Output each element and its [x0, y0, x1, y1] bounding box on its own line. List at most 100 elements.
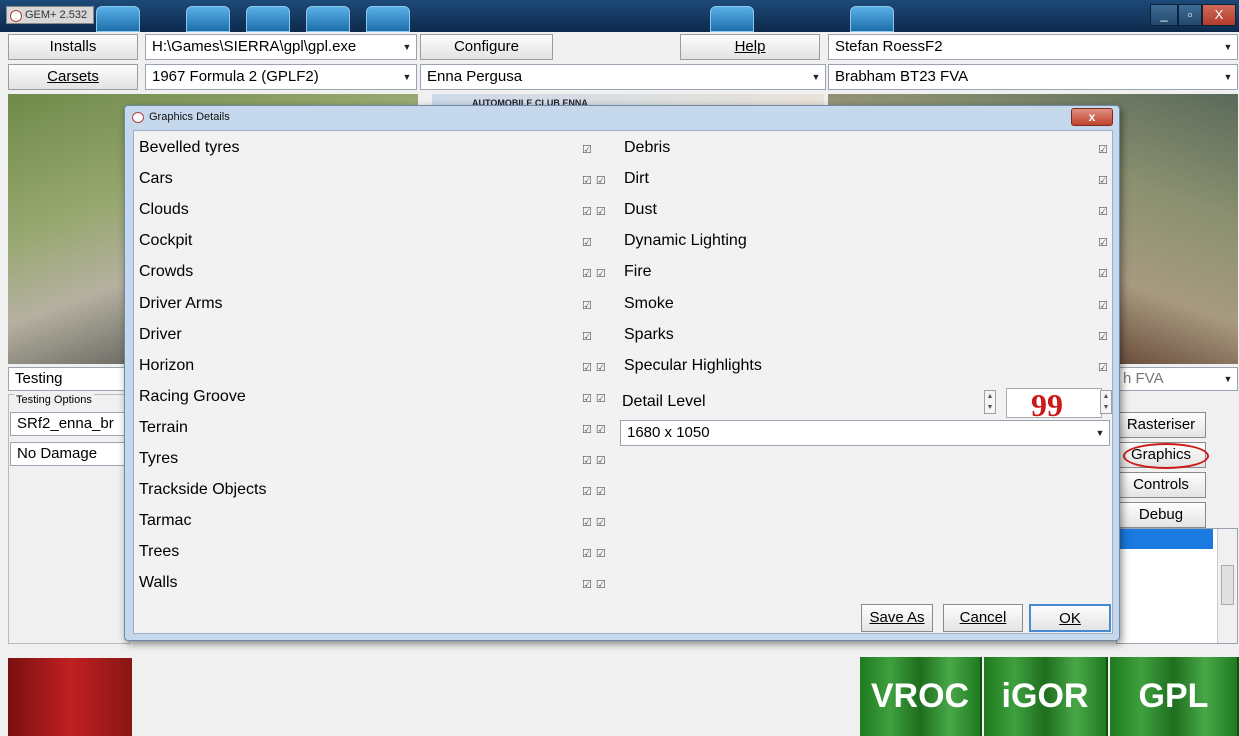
car-dropdown[interactable]: Brabham BT23 FVA ▼	[828, 64, 1238, 90]
detail-level-label: Detail Level	[622, 393, 706, 410]
cancel-button[interactable]: Cancel	[943, 604, 1023, 632]
option-checkbox[interactable]: ☑☑	[582, 485, 610, 498]
option-checkbox[interactable]: ☑☑	[582, 423, 610, 436]
option-checkbox[interactable]: ☑☑	[582, 516, 610, 529]
option-label: Specular Highlights	[624, 356, 762, 374]
list-item-selected[interactable]	[1117, 529, 1213, 549]
chevron-down-icon: ▼	[1223, 72, 1233, 82]
rasteriser-button[interactable]: Rasteriser	[1116, 412, 1206, 438]
controls-button[interactable]: Controls	[1116, 472, 1206, 498]
graphics-button[interactable]: Graphics	[1116, 442, 1209, 469]
graphics-details-dialog: Graphics Details x Bevelled tyres ☑ Cars ☑☑…	[124, 105, 1120, 641]
mode-dropdown[interactable]: Testing	[8, 367, 128, 391]
vroc-logo[interactable]: VROC	[860, 657, 982, 736]
chevron-down-icon: ▼	[402, 42, 412, 52]
detail-level-value: 99	[1031, 387, 1063, 423]
spin-arrows-icon[interactable]: ▲ ▼	[1100, 390, 1112, 414]
track-dropdown[interactable]: Enna Pergusa ▼	[420, 64, 826, 90]
option-checkbox[interactable]: ☑	[1098, 299, 1112, 312]
option-checkbox[interactable]: ☑	[582, 330, 596, 343]
option-checkbox[interactable]: ☑	[582, 143, 596, 156]
option-checkbox[interactable]: ☑☑	[582, 454, 610, 467]
configure-button[interactable]: Configure	[420, 34, 553, 60]
option-label: Fire	[624, 263, 652, 281]
taskbar-app-icon[interactable]	[366, 6, 410, 32]
session-list[interactable]	[1116, 528, 1238, 644]
car-short-dropdown[interactable]: h FVA ▼	[1116, 367, 1238, 391]
exe-path-dropdown[interactable]: H:\Games\SIERRA\gpl\gpl.exe ▼	[145, 34, 417, 60]
option-checkbox[interactable]: ☑☑	[582, 578, 610, 591]
ok-button[interactable]: OK	[1029, 604, 1111, 632]
option-checkbox[interactable]: ☑	[1098, 205, 1112, 218]
debug-button[interactable]: Debug	[1116, 502, 1206, 528]
taskbar-app-icon[interactable]	[710, 6, 754, 32]
detail-level-field[interactable]: 99	[1006, 387, 1102, 423]
option-label: Horizon	[139, 356, 195, 374]
close-button[interactable]: X	[1202, 4, 1236, 26]
taskbar-app-icon[interactable]	[246, 6, 290, 32]
track-value: Enna Pergusa	[427, 68, 523, 85]
carset-dropdown[interactable]: 1967 Formula 2 (GPLF2) ▼	[145, 64, 417, 90]
resolution-dropdown[interactable]: 1680 x 1050 ▼	[620, 420, 1110, 446]
option-checkbox[interactable]: ☑	[582, 236, 596, 249]
damage-dropdown[interactable]: No Damage	[10, 442, 128, 466]
car-short-value: h FVA	[1123, 370, 1164, 387]
option-checkbox[interactable]: ☑☑	[582, 174, 610, 187]
option-checkbox[interactable]: ☑	[1098, 267, 1112, 280]
taskbar-app-icon[interactable]	[306, 6, 350, 32]
option-checkbox[interactable]: ☑☑	[582, 392, 610, 405]
igor-logo[interactable]: iGOR	[984, 657, 1108, 736]
taskbar-app-icon[interactable]	[186, 6, 230, 32]
option-checkbox[interactable]: ☑	[1098, 361, 1112, 374]
option-label: Dirt	[624, 170, 649, 188]
option-checkbox[interactable]: ☑☑	[582, 205, 610, 218]
flag-banner	[8, 658, 132, 736]
option-label: Bevelled tyres	[139, 139, 240, 156]
option-checkbox[interactable]: ☑☑	[582, 547, 610, 560]
title-bar: GEM+ 2.532 _ ▫ X	[0, 0, 1239, 32]
help-button[interactable]: Help	[680, 34, 820, 60]
option-label: Tyres	[139, 450, 179, 467]
testing-options-label: Testing Options	[14, 394, 94, 406]
option-checkbox[interactable]: ☑	[1098, 174, 1112, 187]
option-checkbox[interactable]: ☑☑	[582, 361, 610, 374]
dialog-title: Graphics Details	[149, 111, 230, 123]
carsets-button[interactable]: Carsets	[8, 64, 138, 90]
chevron-down-icon: ▼	[402, 72, 412, 82]
spin-arrows-icon[interactable]: ▲ ▼	[984, 390, 996, 414]
taskbar-app-icon[interactable]	[850, 6, 894, 32]
save-as-button[interactable]: Save As	[861, 604, 933, 632]
option-checkbox[interactable]: ☑	[582, 299, 596, 312]
car-value: Brabham BT23 FVA	[835, 68, 969, 85]
option-label: Cockpit	[139, 232, 193, 250]
mode-value: Testing	[15, 370, 63, 387]
dialog-body: Bevelled tyres ☑ Cars ☑☑ Clouds ☑☑ Cockpit ☑ Cro…	[133, 130, 1113, 634]
track-file-value: SRf2_enna_br	[17, 415, 114, 432]
option-label: Trees	[139, 543, 180, 561]
installs-button[interactable]: Installs	[8, 34, 138, 60]
minimize-button[interactable]: _	[1150, 4, 1178, 26]
chevron-down-icon: ▼	[811, 72, 821, 82]
option-checkbox[interactable]: ☑	[1098, 236, 1112, 249]
taskbar-app-icon[interactable]	[96, 6, 140, 32]
option-label: Terrain	[139, 418, 188, 436]
option-label: Trackside Objects	[139, 481, 267, 499]
scrollbar-thumb[interactable]	[1221, 565, 1234, 605]
option-label: Crowds	[139, 263, 194, 281]
option-checkbox[interactable]: ☑☑	[582, 267, 610, 280]
option-label: Driver Arms	[139, 294, 223, 312]
option-label: Tarmac	[139, 512, 192, 530]
resolution-value: 1680 x 1050	[627, 424, 710, 441]
scrollbar[interactable]	[1217, 529, 1237, 643]
highlight-circle	[1123, 443, 1209, 469]
maximize-button[interactable]: ▫	[1178, 4, 1202, 26]
driver-dropdown[interactable]: Stefan RoessF2 ▼	[828, 34, 1238, 60]
track-file-dropdown[interactable]: SRf2_enna_br	[10, 412, 128, 436]
carset-value: 1967 Formula 2 (GPLF2)	[152, 68, 319, 85]
option-label: Sparks	[624, 325, 674, 343]
option-checkbox[interactable]: ☑	[1098, 330, 1112, 343]
dialog-close-button[interactable]: x	[1071, 108, 1113, 126]
window-title: GEM+ 2.532	[6, 6, 95, 24]
option-checkbox[interactable]: ☑	[1098, 143, 1112, 156]
gpl-logo[interactable]: GPL	[1110, 657, 1239, 736]
